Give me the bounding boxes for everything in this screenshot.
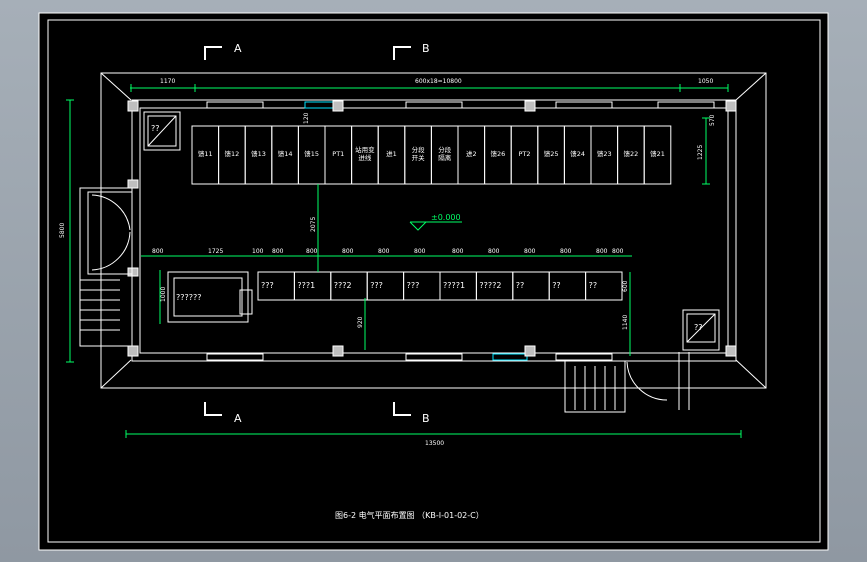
bottom-cabinet-label: ????2: [479, 281, 501, 290]
level-mark-text: ±0.000: [431, 213, 461, 222]
bottom-cabinet-label: ??: [589, 281, 598, 290]
bottom-cabinet-label: ???: [261, 281, 274, 290]
row2-dimension-label: 800: [378, 248, 390, 255]
top-cabinet-label: 馈14: [278, 149, 293, 158]
dim-top-left: 1170: [160, 78, 175, 85]
top-cabinet-label: 馈21: [650, 149, 665, 158]
top-cabinet-label: 站用变: [355, 145, 375, 154]
row2-dimension-label: 800: [612, 248, 624, 255]
dim-left-height: 5800: [59, 223, 66, 238]
top-cabinet-label: 分段: [412, 145, 426, 154]
bottom-cabinet-label: ??: [552, 281, 561, 290]
bottom-cabinet-label: ???2: [334, 281, 352, 290]
top-cabinet-label: 馈13: [251, 149, 266, 158]
bottom-right-box-label: ??: [694, 323, 703, 332]
top-cabinet-label: 馈22: [624, 149, 639, 158]
row2-dimension-label: 800: [596, 248, 608, 255]
top-cabinet-label: 馈15: [304, 149, 319, 158]
transformer-label: ??????: [176, 293, 201, 302]
top-cabinet-label: 进2: [466, 150, 477, 158]
row2-dimension-label: 800: [524, 248, 536, 255]
section-a-bottom: A: [234, 412, 242, 425]
dim-overall-bottom: 13500: [425, 440, 444, 447]
row2-dimension-label: 100: [252, 248, 264, 255]
dim-aisle: 2075: [310, 217, 317, 232]
bottom-cabinet-label: ???: [407, 281, 420, 290]
top-cabinet-label: 开关: [412, 153, 426, 162]
drawing-sheet: [38, 12, 829, 551]
top-cabinet-label: 分段: [438, 145, 452, 154]
top-cabinet-label: 馈24: [570, 149, 585, 158]
bottom-cabinet-label: ????1: [443, 281, 465, 290]
dim-top-right: 1050: [698, 78, 713, 85]
row2-dimension-label: 800: [488, 248, 500, 255]
dim-low-bottom: 920: [357, 316, 364, 328]
dim-right-c: 600: [622, 280, 629, 292]
bottom-cabinet-label: ???1: [297, 281, 315, 290]
dim-lower-stub: 120: [303, 112, 310, 124]
row2-dimension-label: 800: [452, 248, 464, 255]
dim-top-middle: 600x18=10800: [415, 78, 462, 85]
section-b-bottom: B: [422, 412, 430, 425]
top-cabinet-label: 进1: [386, 150, 397, 158]
drawing-caption: 图6-2 电气平面布置图 （KB-I-01-02-C）: [335, 510, 484, 520]
top-cabinet-label: 馈12: [225, 149, 240, 158]
top-cabinet-label: 隔离: [438, 153, 452, 162]
dim-right-d: 1140: [622, 315, 629, 330]
top-left-box-label: ??: [151, 124, 160, 133]
bottom-cabinet-label: ???: [370, 281, 383, 290]
top-cabinet-label: 馈26: [491, 149, 506, 158]
section-a-top: A: [234, 42, 242, 55]
bottom-cabinet-label: ??: [516, 281, 525, 290]
row2-dimension-label: 800: [306, 248, 318, 255]
top-cabinet-label: PT2: [518, 150, 530, 158]
row2-dimension-label: 800: [152, 248, 164, 255]
electrical-floor-plan: ?? ?? ?????? 馈11 馈12 馈13 馈14 馈15 PT1 站用变进线 进1 分段…: [38, 12, 829, 551]
top-cabinet-label: 进线: [358, 153, 372, 162]
row2-dimension-label: 1725: [208, 248, 223, 255]
dim-right-a: 570: [709, 114, 716, 126]
row2-dimension-label: 800: [560, 248, 572, 255]
top-cabinet-label: 馈11: [198, 149, 213, 158]
row2-dimension-label: 800: [272, 248, 284, 255]
row2-dimension-label: 800: [342, 248, 354, 255]
cad-viewport: ?? ?? ?????? 馈11 馈12 馈13 馈14 馈15 PT1 站用变 进线 进1 分段…: [0, 0, 867, 562]
top-cabinet-label: 馈23: [597, 149, 612, 158]
dim-transformer-h: 1000: [160, 287, 167, 302]
dim-right-b: 1225: [697, 145, 704, 160]
top-cabinet-label: 馈25: [544, 149, 559, 158]
row2-dimension-label: 800: [414, 248, 426, 255]
top-cabinet-label: PT1: [332, 150, 344, 158]
section-b-top: B: [422, 42, 430, 55]
